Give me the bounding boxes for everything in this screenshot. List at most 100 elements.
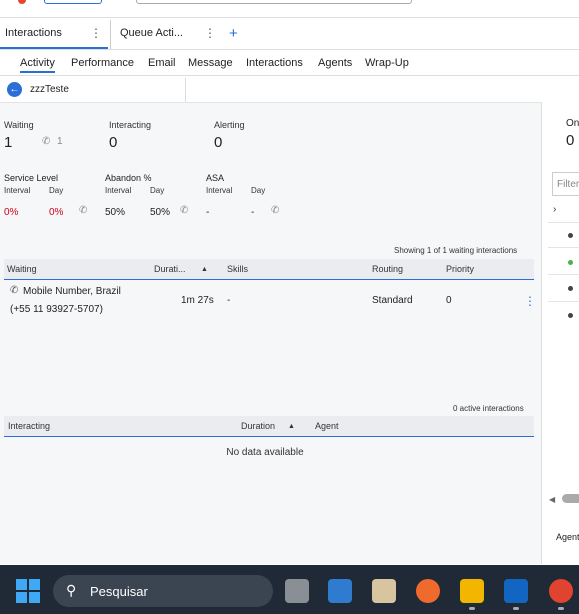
queue-activity-panel: Waiting 1 ✆ 1 Interacting 0 Alerting 0 S…	[0, 102, 541, 564]
on-queue-label: On	[566, 118, 579, 129]
interacting-label: Interacting	[109, 120, 152, 130]
chevron-right-icon[interactable]: ›	[553, 204, 556, 215]
taskbar-search[interactable]: ⚲ Pesquisar	[53, 575, 273, 607]
priority-value: 0	[446, 295, 452, 306]
asa-label: ASA	[206, 173, 225, 183]
top-button[interactable]	[44, 0, 102, 4]
waiting-callback-count: 1	[57, 136, 63, 147]
status-dot	[568, 260, 573, 265]
interval-label: Interval	[105, 186, 132, 195]
service-level-label: Service Level	[4, 173, 59, 183]
empty-state: No data available	[226, 447, 304, 458]
row-menu-icon[interactable]: ⋮	[524, 294, 536, 308]
col-waiting[interactable]: Waiting	[7, 264, 37, 274]
phone-icon: ✆	[42, 136, 51, 147]
running-indicator	[469, 607, 475, 610]
alerting-count: 0	[214, 134, 223, 151]
day-label: Day	[150, 186, 165, 195]
divider	[548, 274, 579, 275]
sub-tab-bar: Activity Performance Email Message Inter…	[0, 52, 579, 76]
chrome-icon[interactable]	[549, 579, 573, 603]
abandon-label: Abandon %	[105, 173, 152, 183]
running-indicator	[558, 607, 564, 610]
waiting-label: Waiting	[4, 120, 34, 130]
phone-icon: ✆	[79, 205, 88, 216]
tab-interactions[interactable]: Interactions ⋮	[0, 20, 108, 49]
back-arrow-icon[interactable]: ←	[7, 82, 22, 97]
asa-interval: -	[206, 207, 210, 218]
agent-label: Agent	[556, 532, 579, 542]
waiting-table-header: Waiting Durati... ▲ Skills Routing Prior…	[4, 259, 534, 280]
tab-queue-activity-label: Queue Acti...	[120, 27, 183, 39]
subtab-agents[interactable]: Agents	[318, 57, 352, 69]
col-agent[interactable]: Agent	[315, 421, 339, 431]
col-priority[interactable]: Priority	[446, 264, 474, 274]
tab-queue-activity[interactable]: Queue Acti... ⋮	[110, 20, 222, 49]
status-dot	[568, 286, 573, 291]
col-duration[interactable]: Durati...	[154, 264, 186, 274]
day-label: Day	[251, 186, 266, 195]
app-tab-bar: Interactions ⋮ Queue Acti... ⋮ +	[0, 20, 579, 50]
asa-day: -	[251, 207, 255, 218]
sort-asc-icon[interactable]: ▲	[288, 423, 295, 430]
divider	[548, 247, 579, 248]
top-search-field[interactable]	[136, 0, 412, 4]
routing-value: Standard	[372, 295, 413, 306]
top-strip	[0, 0, 579, 18]
day-label: Day	[49, 186, 64, 195]
tab-menu-icon[interactable]: ⋮	[204, 20, 216, 47]
col-skills[interactable]: Skills	[227, 264, 248, 274]
alerting-label: Alerting	[214, 120, 245, 130]
subtab-email[interactable]: Email	[148, 57, 176, 69]
search-icon: ⚲	[66, 582, 77, 598]
waiting-duration: 1m 27s	[181, 295, 214, 306]
windows-start-icon[interactable]	[16, 579, 40, 603]
breadcrumb: ← zzzTeste	[0, 78, 186, 102]
waiting-caption: Showing 1 of 1 waiting interactions	[394, 246, 518, 255]
col-interacting[interactable]: Interacting	[8, 421, 50, 431]
caller-name: Mobile Number, Brazil	[23, 286, 121, 297]
interval-label: Interval	[206, 186, 233, 195]
app-icon[interactable]	[416, 579, 440, 603]
subtab-message[interactable]: Message	[188, 57, 233, 69]
service-level-interval: 0%	[4, 207, 19, 218]
tab-interactions-label: Interactions	[5, 27, 62, 39]
filter-input[interactable]: Filter	[552, 172, 579, 196]
caller-number: (+55 11 93927-5707)	[10, 304, 103, 315]
service-level-day: 0%	[49, 207, 64, 218]
scroll-left-icon[interactable]: ◀	[549, 495, 555, 504]
subtab-activity[interactable]: Activity	[20, 57, 55, 73]
horizontal-scrollbar[interactable]	[562, 494, 579, 503]
photos-icon[interactable]	[328, 579, 352, 603]
skills-value: -	[227, 295, 231, 306]
on-queue-count: 0	[566, 132, 575, 149]
taskbar: ⚲ Pesquisar	[0, 565, 579, 614]
waiting-count: 1	[4, 134, 13, 151]
subtab-performance[interactable]: Performance	[71, 57, 134, 69]
tab-menu-icon[interactable]: ⋮	[90, 20, 102, 47]
interval-label: Interval	[4, 186, 31, 195]
abandon-day: 50%	[150, 207, 171, 218]
status-dot	[568, 313, 573, 318]
subtab-wrap-up[interactable]: Wrap-Up	[365, 57, 409, 69]
file-explorer-icon[interactable]	[460, 579, 484, 603]
abandon-interval: 50%	[105, 207, 126, 218]
outlook-icon[interactable]	[504, 579, 528, 603]
app-logo-icon	[18, 0, 26, 4]
col-routing[interactable]: Routing	[372, 264, 403, 274]
divider	[548, 222, 579, 223]
interacting-table-header: Interacting Duration ▲ Agent	[4, 416, 534, 437]
task-view-icon[interactable]	[285, 579, 309, 603]
snipping-tool-icon[interactable]	[372, 579, 396, 603]
subtab-interactions[interactable]: Interactions	[246, 57, 303, 69]
interacting-caption: 0 active interactions	[453, 404, 524, 413]
divider	[548, 301, 579, 302]
phone-icon: ✆	[10, 285, 19, 296]
col-duration[interactable]: Duration	[241, 421, 275, 431]
queue-name: zzzTeste	[30, 84, 69, 95]
add-tab-icon[interactable]: +	[229, 23, 238, 45]
status-dot	[568, 233, 573, 238]
running-indicator	[513, 607, 519, 610]
sort-asc-icon[interactable]: ▲	[201, 266, 208, 273]
search-placeholder: Pesquisar	[90, 584, 148, 599]
